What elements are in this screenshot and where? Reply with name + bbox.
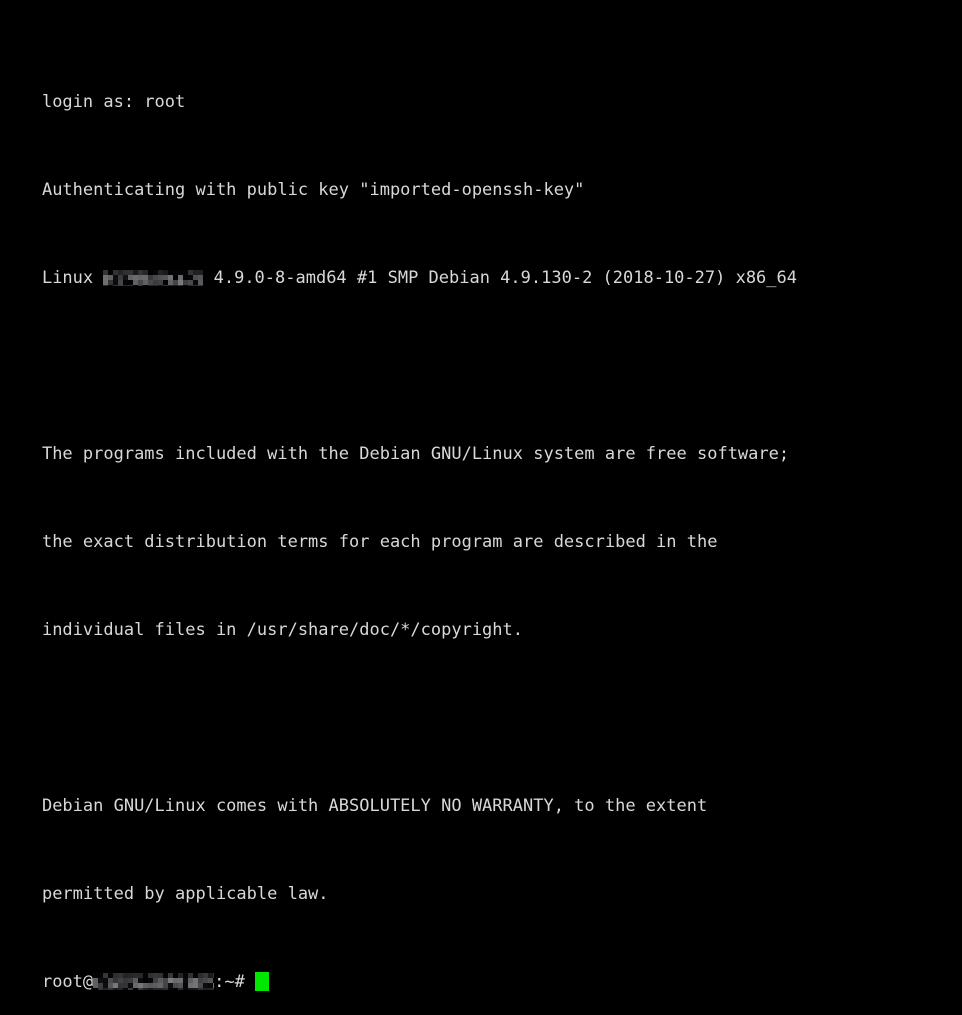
uname-prefix-text: Linux [41, 268, 104, 288]
terminal-line-login-as: login as: root [0, 69, 962, 112]
terminal-line-authenticating: Authenticating with public key "imported… [0, 157, 962, 200]
terminal-screen[interactable]: login as: root Authenticating with publi… [0, 0, 962, 992]
terminal-line-motd-2: the exact distribution terms for each pr… [0, 509, 962, 552]
warranty-text-2: permitted by applicable law. [41, 884, 329, 904]
terminal-line-blank-2 [0, 685, 962, 707]
uname-suffix-text: 4.9.0-8-amd64 #1 SMP Debian 4.9.130-2 (2… [203, 268, 797, 288]
terminal-line-blank-1 [0, 333, 962, 355]
terminal-cursor[interactable] [254, 972, 269, 991]
terminal-prompt-line[interactable]: root@ :~# [0, 949, 962, 992]
terminal-line-warranty-2: permitted by applicable law. [0, 861, 962, 904]
terminal-line-motd-1: The programs included with the Debian GN… [0, 421, 962, 464]
motd-text-3: individual files in /usr/share/doc/*/cop… [41, 620, 523, 640]
redacted-hostname-uname [103, 270, 204, 286]
login-as-text: login as: root [41, 92, 186, 112]
prompt-user-host-prefix: root@ [41, 972, 94, 992]
terminal-line-uname: Linux 4.9.0-8-amd64 #1 SMP Debian 4.9.13… [0, 245, 962, 288]
auth-pubkey-text: Authenticating with public key "imported… [41, 180, 585, 200]
terminal-line-warranty-1: Debian GNU/Linux comes with ABSOLUTELY N… [0, 773, 962, 816]
warranty-text-1: Debian GNU/Linux comes with ABSOLUTELY N… [41, 796, 708, 816]
prompt-path-sigil: :~# [214, 972, 245, 992]
motd-text-1: The programs included with the Debian GN… [41, 444, 790, 464]
redacted-hostname-prompt [93, 973, 215, 990]
motd-text-2: the exact distribution terms for each pr… [41, 532, 718, 552]
terminal-line-motd-3: individual files in /usr/share/doc/*/cop… [0, 597, 962, 640]
